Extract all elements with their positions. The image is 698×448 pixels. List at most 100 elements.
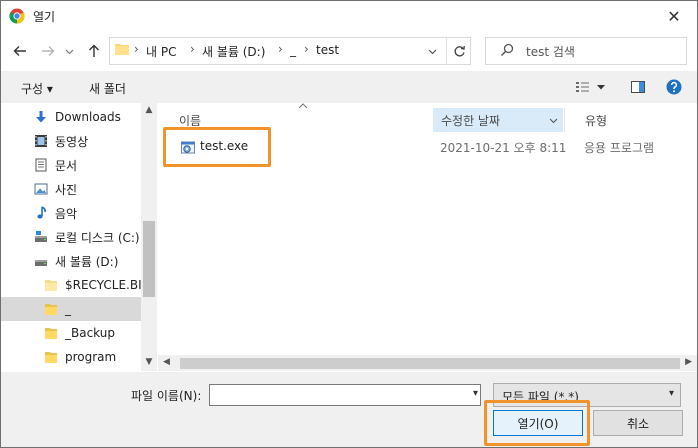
scroll-down-arrow-icon[interactable]: ▼	[143, 357, 155, 369]
refresh-icon	[454, 45, 465, 56]
search-box[interactable]: test 검색	[485, 37, 687, 65]
nav-item-underscore[interactable]: _	[1, 297, 141, 321]
column-header-label: 이름	[179, 113, 202, 128]
breadcrumb-separator: ›	[304, 42, 309, 56]
column-header-modified[interactable]: 수정한 날짜	[433, 108, 563, 132]
view-options-icon[interactable]	[575, 79, 591, 95]
nav-item-label: 새 볼륨 (D:)	[55, 254, 119, 269]
search-icon	[500, 43, 514, 57]
close-button[interactable]: ✕	[651, 1, 697, 31]
nav-item-volume-d[interactable]: 새 볼륨 (D:)	[33, 249, 118, 273]
breadcrumb-separator: ›	[278, 42, 283, 56]
open-button[interactable]: 열기(O)	[493, 410, 583, 436]
cancel-button[interactable]: 취소	[593, 410, 683, 436]
document-icon	[33, 157, 49, 173]
nav-item-label: 로컬 디스크 (C:)	[55, 230, 140, 245]
address-dropdown-button[interactable]	[425, 44, 439, 58]
organize-button[interactable]: 구성 ▾	[21, 80, 53, 97]
chevron-down-icon[interactable]: ▾	[473, 388, 478, 399]
folder-icon	[43, 325, 59, 341]
open-file-dialog: 열기 ✕ › 내 PC › 새 볼륨 (D:) › _ › test test …	[0, 0, 698, 448]
up-arrow-icon	[89, 44, 99, 57]
recent-locations-button[interactable]	[63, 42, 75, 60]
scroll-right-arrow-icon[interactable]: ▶	[685, 357, 692, 367]
chevron-down-icon	[549, 118, 558, 124]
file-name: test.exe	[200, 139, 249, 153]
breadcrumb-test[interactable]: test	[316, 43, 339, 57]
command-toolbar: 구성 ▾ 새 폴더	[1, 71, 697, 103]
nav-item-label: _	[65, 302, 71, 316]
nav-item-label: 동영상	[55, 134, 89, 149]
nav-item-label: 사진	[55, 182, 78, 197]
nav-item-label: _Backup	[65, 326, 115, 340]
nav-item-label: 문서	[55, 158, 78, 173]
column-header-label: 유형	[585, 113, 608, 128]
breadcrumb-separator: ›	[190, 42, 195, 56]
folder-icon	[43, 277, 59, 293]
nav-item-label: $RECYCLE.BIN	[65, 278, 151, 292]
back-arrow-icon	[13, 46, 26, 56]
breadcrumb-this-pc[interactable]: 내 PC	[146, 43, 176, 60]
drive-icon	[33, 253, 49, 269]
forward-arrow-icon	[42, 46, 55, 56]
nav-item-label: Downloads	[55, 110, 121, 124]
navigation-pane: Downloads 동영상 문서 사진 음악 로컬 디스크 (C:) 새 볼륨 …	[1, 103, 157, 371]
nav-item-downloads[interactable]: Downloads	[33, 105, 121, 129]
nav-item-videos[interactable]: 동영상	[33, 129, 88, 153]
chevron-down-icon	[428, 49, 436, 54]
new-folder-button[interactable]: 새 폴더	[89, 80, 126, 97]
window-title: 열기	[33, 10, 56, 24]
folder-icon	[115, 44, 129, 55]
file-row[interactable]: test.exe 2021-10-21 오후 8:11 응용 프로그램	[178, 133, 688, 161]
file-type-value: 모든 파일 (*.*)	[502, 390, 579, 404]
scroll-up-arrow-icon[interactable]: ▲	[143, 105, 155, 117]
filename-label: 파일 이름(N):	[131, 389, 202, 403]
filename-input[interactable]: ▾	[209, 384, 481, 406]
file-list-horizontal-scrollbar[interactable]: ◀ ▶	[158, 355, 697, 371]
picture-icon	[33, 181, 49, 197]
chevron-down-icon[interactable]	[595, 79, 607, 95]
nav-item-backup[interactable]: _Backup	[43, 321, 115, 345]
address-bar[interactable]: › 내 PC › 새 볼륨 (D:) › _ › test	[109, 37, 471, 65]
forward-button[interactable]	[39, 42, 57, 60]
nav-item-documents[interactable]: 문서	[33, 153, 77, 177]
navigation-bar: › 내 PC › 새 볼륨 (D:) › _ › test test 검색	[1, 32, 697, 70]
nav-item-recycle-bin[interactable]: $RECYCLE.BIN	[43, 273, 151, 297]
file-type-select[interactable]: 모든 파일 (*.*) ▾	[493, 383, 681, 407]
nav-item-music[interactable]: 음악	[33, 201, 77, 225]
breadcrumb-separator: ›	[134, 42, 139, 56]
music-note-icon	[33, 205, 49, 221]
back-button[interactable]	[11, 42, 29, 60]
chevron-down-icon	[65, 49, 73, 54]
up-button[interactable]	[85, 42, 103, 60]
chevron-down-icon: ▾	[668, 388, 674, 399]
nav-item-local-disk-c[interactable]: 로컬 디스크 (C:)	[33, 225, 140, 249]
nav-item-program[interactable]: program	[43, 345, 116, 369]
horizontal-scroll-thumb[interactable]	[180, 358, 680, 369]
nav-item-label: program	[65, 350, 117, 364]
nav-item-pictures[interactable]: 사진	[33, 177, 77, 201]
file-type: 응용 프로그램	[584, 141, 655, 155]
executable-file-icon	[181, 141, 195, 154]
folder-icon	[43, 301, 59, 317]
help-icon[interactable]	[666, 79, 682, 95]
title-bar: 열기 ✕	[1, 1, 697, 31]
navigation-pane-scroll-thumb[interactable]	[143, 221, 155, 297]
breadcrumb-underscore[interactable]: _	[290, 43, 296, 57]
folder-icon	[43, 349, 59, 365]
column-header-name[interactable]: 이름	[158, 108, 431, 132]
download-arrow-icon	[33, 109, 49, 125]
video-icon	[33, 133, 49, 149]
nav-item-label: 음악	[55, 206, 78, 221]
refresh-button[interactable]	[446, 38, 471, 64]
file-modified: 2021-10-21 오후 8:11	[440, 141, 567, 155]
search-placeholder: test 검색	[526, 45, 575, 59]
column-header-type[interactable]: 유형	[564, 108, 697, 132]
drive-icon	[33, 229, 49, 245]
chrome-app-icon	[9, 8, 25, 24]
breadcrumb-volume-d[interactable]: 새 볼륨 (D:)	[202, 43, 265, 60]
preview-pane-icon[interactable]	[630, 79, 646, 95]
scroll-left-arrow-icon[interactable]: ◀	[163, 357, 170, 367]
column-header-label: 수정한 날짜	[441, 113, 501, 128]
dialog-footer: 파일 이름(N): ▾ 모든 파일 (*.*) ▾ 열기(O) 취소	[1, 372, 697, 447]
